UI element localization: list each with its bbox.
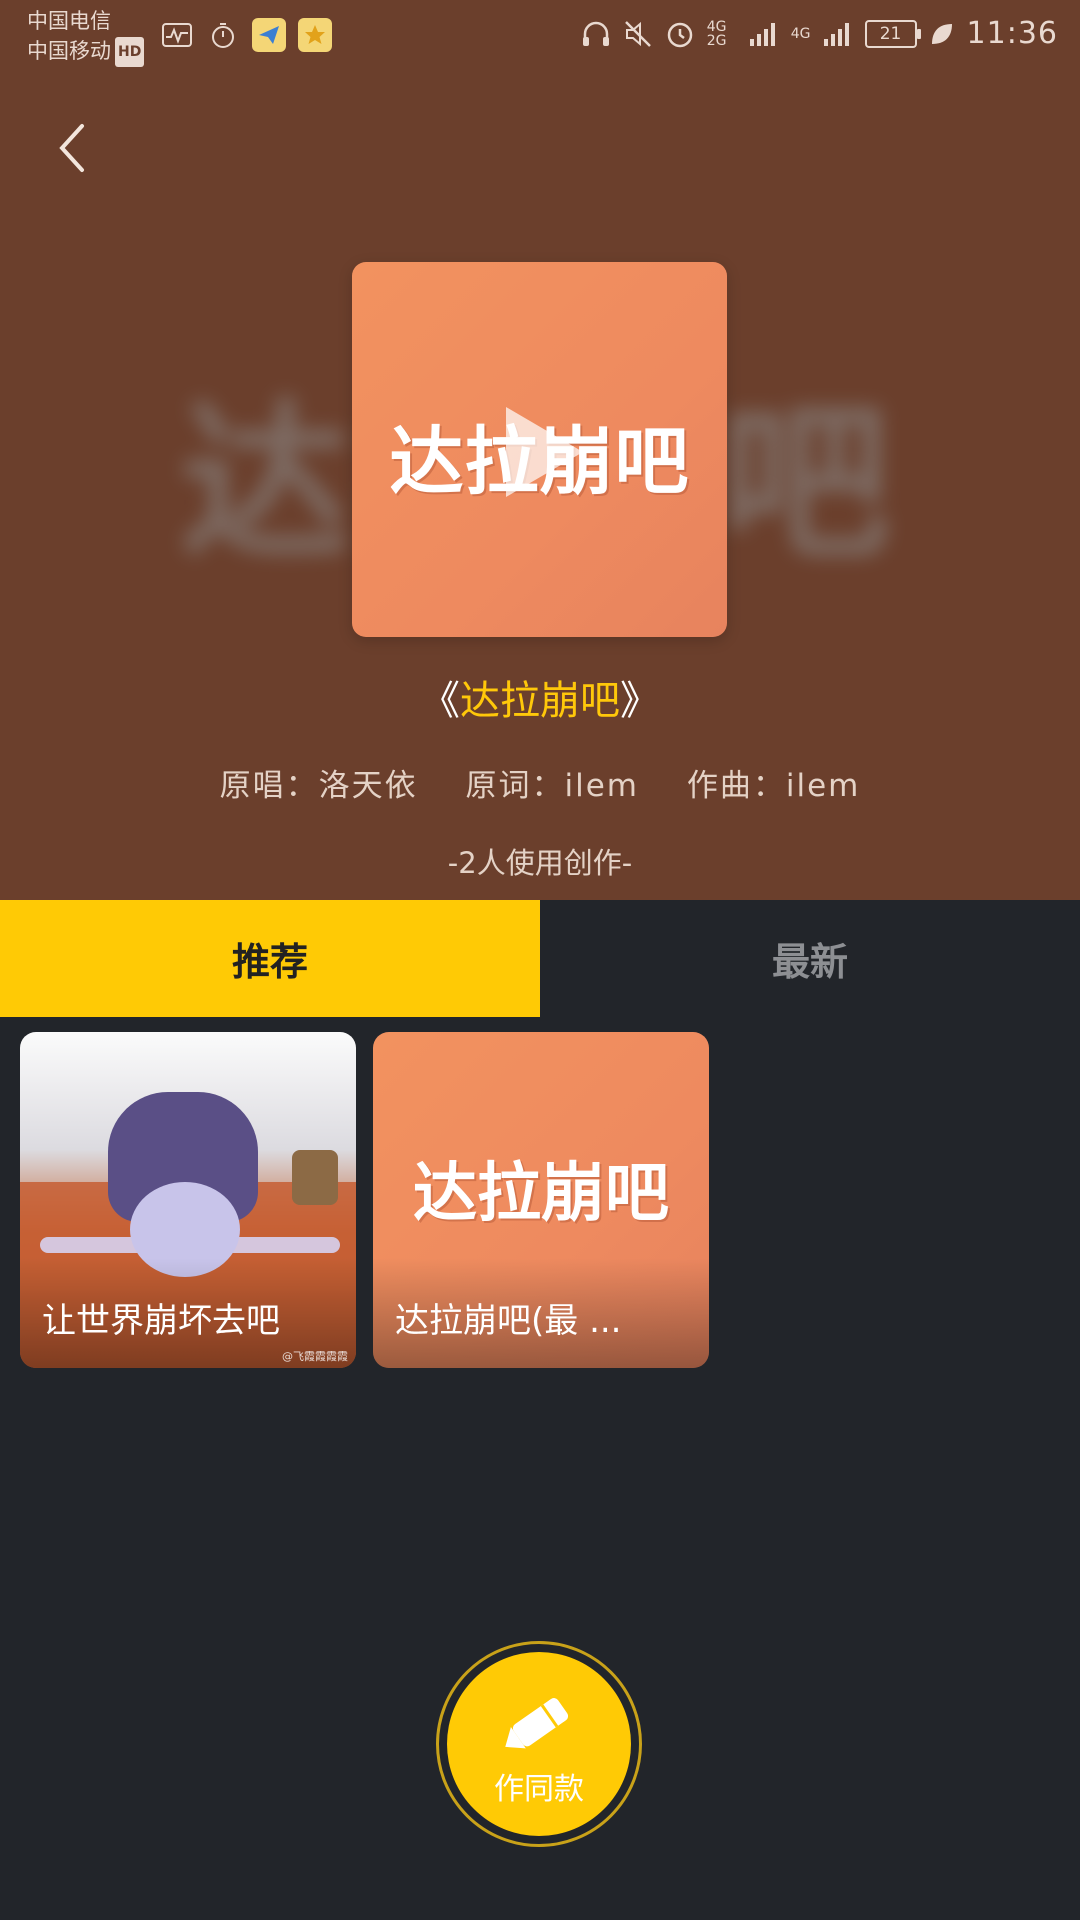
- play-icon[interactable]: [498, 402, 588, 502]
- thumbnail-art: [292, 1150, 338, 1205]
- carrier-2: 中国移动 HD: [27, 36, 145, 67]
- app-screen: 达拉崩吧 中国电信 中国移动HD: [0, 0, 1080, 1920]
- work-title: 让世界崩坏去吧: [42, 1301, 280, 1341]
- alarm-icon: [667, 22, 693, 47]
- pencil-icon: [505, 1698, 569, 1749]
- tab-recommended[interactable]: 推荐: [0, 900, 540, 1017]
- star-app-icon: [298, 18, 332, 52]
- back-icon[interactable]: [50, 118, 100, 178]
- network-type-1: 4G 2G: [706, 18, 727, 49]
- carrier-1: 中国电信: [27, 9, 111, 33]
- signal-icon: [749, 22, 775, 46]
- clock: 11:36: [966, 16, 1058, 51]
- works-grid: 让世界崩坏去吧 @飞霞霞霞霞 达拉崩吧 达拉崩吧(最 ...: [20, 1032, 709, 1368]
- work-card[interactable]: 达拉崩吧 达拉崩吧(最 ...: [373, 1032, 709, 1368]
- song-cover[interactable]: 达拉崩吧: [352, 262, 727, 637]
- hd-badge: HD: [115, 37, 145, 67]
- song-title: 《达拉崩吧》: [420, 678, 660, 724]
- create-same-label: 作同款: [494, 1772, 584, 1807]
- carrier-info: 中国电信 中国移动 HD: [27, 6, 145, 67]
- lyricist-credit: 原词：ilem: [465, 768, 639, 804]
- usage-count: -2人使用创作-: [447, 846, 633, 880]
- status-bar: 中国电信 中国移动 HD 4G 2G 4G 21 11:36: [0, 0, 1080, 76]
- create-same-button[interactable]: 作同款: [447, 1652, 631, 1836]
- watermark: @飞霞霞霞霞: [282, 1350, 348, 1363]
- network-type-2: 4G: [790, 25, 811, 42]
- signal-icon: [823, 22, 849, 46]
- cover-title: 达拉崩吧: [413, 1157, 669, 1231]
- singer-credit: 原唱：洛天依: [219, 768, 418, 804]
- notification-icons: [160, 18, 332, 52]
- system-indicators: 4G 2G 4G 21 11:36: [581, 16, 1058, 51]
- activity-icon: [160, 18, 194, 52]
- song-name: 达拉崩吧: [460, 678, 620, 724]
- leaf-icon: [931, 23, 952, 44]
- song-header: 达拉崩吧 中国电信 中国移动HD: [0, 0, 1080, 900]
- mute-icon: [624, 20, 651, 47]
- battery-icon: 21: [864, 19, 921, 48]
- paper-plane-app-icon: [252, 18, 286, 52]
- tab-bar: 推荐 最新: [0, 900, 1080, 1017]
- timer-icon: [206, 18, 240, 52]
- work-title: 达拉崩吧(最 ...: [395, 1301, 622, 1341]
- tab-latest[interactable]: 最新: [540, 900, 1080, 1017]
- composer-credit: 作曲：ilem: [686, 768, 861, 804]
- work-card[interactable]: 让世界崩坏去吧 @飞霞霞霞霞: [20, 1032, 356, 1368]
- headphones-icon: [582, 21, 609, 46]
- song-credits: 原唱：洛天依 原词：ilem 作曲：ilem: [0, 760, 1080, 805]
